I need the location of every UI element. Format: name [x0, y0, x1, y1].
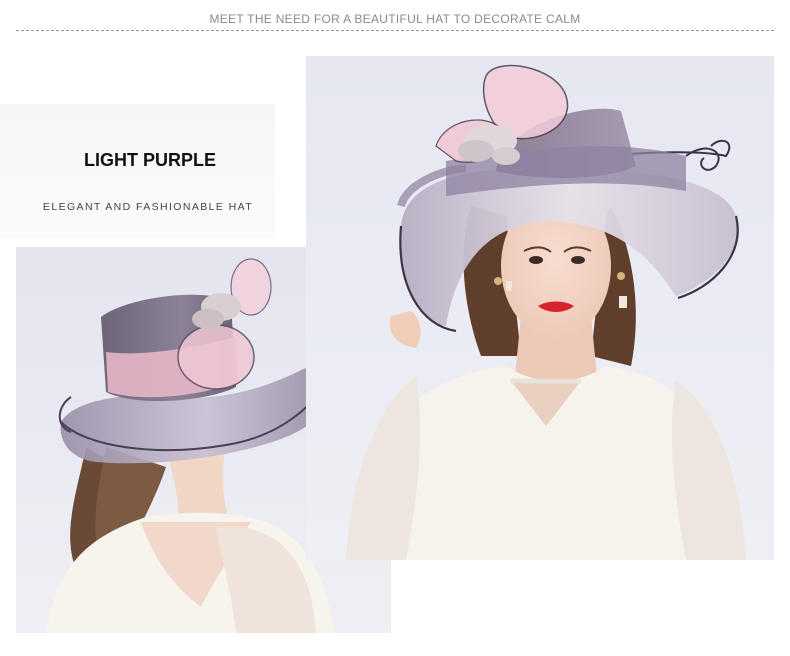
product-description: ELEGANT AND FASHIONABLE HAT	[42, 201, 254, 213]
color-name-heading: LIGHT PURPLE	[83, 150, 216, 170]
intro-panel	[0, 104, 275, 239]
hat-front-view-photo	[306, 56, 774, 560]
tagline: MEET THE NEED FOR A BEAUTIFUL HAT TO DEC…	[209, 12, 581, 26]
dashed-divider	[16, 30, 774, 31]
hat-front-view-image	[306, 56, 774, 560]
